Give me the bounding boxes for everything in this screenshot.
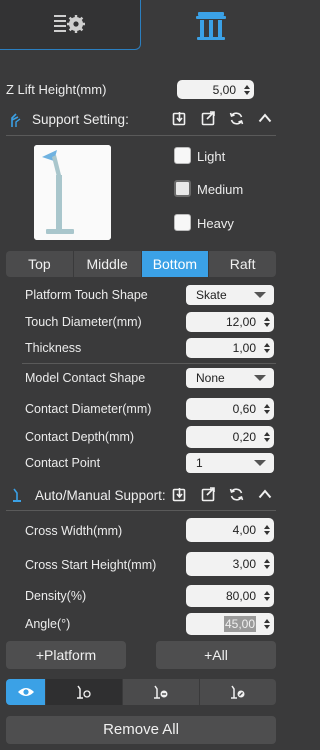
- z-lift-label: Z Lift Height(mm): [6, 82, 107, 97]
- support-columns-icon: [196, 12, 226, 40]
- contact-depth-input[interactable]: 0,20: [186, 426, 274, 448]
- cross-start-height-label: Cross Start Height(mm): [25, 558, 157, 572]
- angle-value-wrap: 45,00: [186, 616, 260, 632]
- export-icon[interactable]: [201, 111, 216, 126]
- contact-depth-value: 0,20: [232, 430, 256, 444]
- touch-diameter-input[interactable]: 12,00: [186, 312, 274, 332]
- divider: [22, 363, 276, 364]
- edit-support-tool[interactable]: [200, 679, 276, 705]
- tab-middle[interactable]: Middle: [74, 251, 142, 277]
- z-lift-value: 5,00: [212, 82, 236, 97]
- preset-medium-checkbox[interactable]: [174, 180, 191, 197]
- chevron-up-icon[interactable]: [258, 113, 272, 123]
- add-all-button[interactable]: +All: [156, 641, 276, 669]
- platform-touch-shape-label: Platform Touch Shape: [25, 288, 148, 302]
- support-pin-icon: [13, 488, 21, 502]
- touch-diameter-label: Touch Diameter(mm): [25, 315, 142, 329]
- tab-top[interactable]: Top: [6, 251, 74, 277]
- tab-settings[interactable]: [0, 0, 141, 50]
- contact-point-value: 1: [196, 456, 203, 470]
- support-preview: [34, 145, 111, 240]
- cross-width-label: Cross Width(mm): [25, 524, 123, 538]
- contact-depth-label: Contact Depth(mm): [25, 430, 135, 444]
- support-edit-icon: [231, 685, 245, 699]
- remove-all-button[interactable]: Remove All: [6, 716, 276, 744]
- contact-point-select[interactable]: 1: [186, 453, 274, 473]
- preset-heavy-label: Heavy: [197, 216, 234, 231]
- thickness-label: Thickness: [25, 341, 82, 355]
- density-input[interactable]: 80,00: [186, 585, 274, 607]
- divider: [6, 135, 276, 136]
- add-support-tool[interactable]: [46, 679, 123, 705]
- remove-support-tool[interactable]: [123, 679, 200, 705]
- support-tree-icon: [11, 113, 21, 127]
- settings-list-icon: [54, 15, 85, 33]
- cross-width-input[interactable]: 4,00: [186, 518, 274, 542]
- visibility-toggle[interactable]: [6, 679, 46, 705]
- cross-start-height-value: 3,00: [232, 557, 256, 571]
- export-icon[interactable]: [201, 487, 216, 502]
- import-icon[interactable]: [172, 111, 187, 126]
- eye-icon: [17, 688, 34, 696]
- preset-heavy-checkbox[interactable]: [174, 214, 191, 231]
- tab-bottom[interactable]: Bottom: [141, 251, 210, 277]
- angle-value: 45,00: [223, 616, 256, 632]
- support-remove-icon: [154, 685, 168, 699]
- support-toolbar: [6, 679, 276, 705]
- add-platform-button[interactable]: +Platform: [6, 641, 126, 669]
- z-lift-input[interactable]: 5,00: [177, 80, 254, 99]
- preset-light-checkbox[interactable]: [174, 147, 191, 164]
- angle-label: Angle(°): [25, 617, 71, 631]
- support-preview-graphic: [34, 145, 111, 240]
- chevron-up-icon[interactable]: [258, 489, 272, 499]
- thickness-input[interactable]: 1,00: [186, 338, 274, 358]
- cross-width-value: 4,00: [232, 523, 256, 537]
- density-label: Density(%): [25, 589, 87, 603]
- contact-diameter-input[interactable]: 0,60: [186, 398, 274, 420]
- angle-input[interactable]: 45,00: [186, 613, 274, 635]
- preset-medium-label: Medium: [197, 182, 244, 197]
- auto-manual-title: Auto/Manual Support:: [35, 488, 166, 503]
- support-part-tabs: Top Middle Bottom Raft: [6, 251, 276, 277]
- contact-diameter-label: Contact Diameter(mm): [25, 402, 152, 416]
- model-contact-shape-value: None: [196, 371, 225, 385]
- model-contact-shape-select[interactable]: None: [186, 368, 274, 388]
- tab-raft[interactable]: Raft: [209, 251, 276, 277]
- refresh-icon[interactable]: [229, 111, 244, 126]
- density-value: 80,00: [225, 589, 256, 603]
- preset-light-label: Light: [197, 149, 226, 164]
- thickness-value: 1,00: [232, 341, 256, 355]
- contact-point-label: Contact Point: [25, 456, 101, 470]
- support-setting-title: Support Setting:: [32, 112, 129, 127]
- contact-diameter-value: 0,60: [232, 402, 256, 416]
- support-add-icon: [77, 685, 91, 699]
- tab-supports[interactable]: [142, 0, 282, 50]
- touch-diameter-value: 12,00: [225, 315, 256, 329]
- platform-touch-shape-value: Skate: [196, 288, 227, 302]
- model-contact-shape-label: Model Contact Shape: [25, 371, 146, 385]
- cross-start-height-input[interactable]: 3,00: [186, 552, 274, 576]
- import-icon[interactable]: [172, 487, 187, 502]
- divider: [6, 510, 276, 511]
- platform-touch-shape-select[interactable]: Skate: [186, 285, 274, 305]
- refresh-icon[interactable]: [229, 487, 244, 502]
